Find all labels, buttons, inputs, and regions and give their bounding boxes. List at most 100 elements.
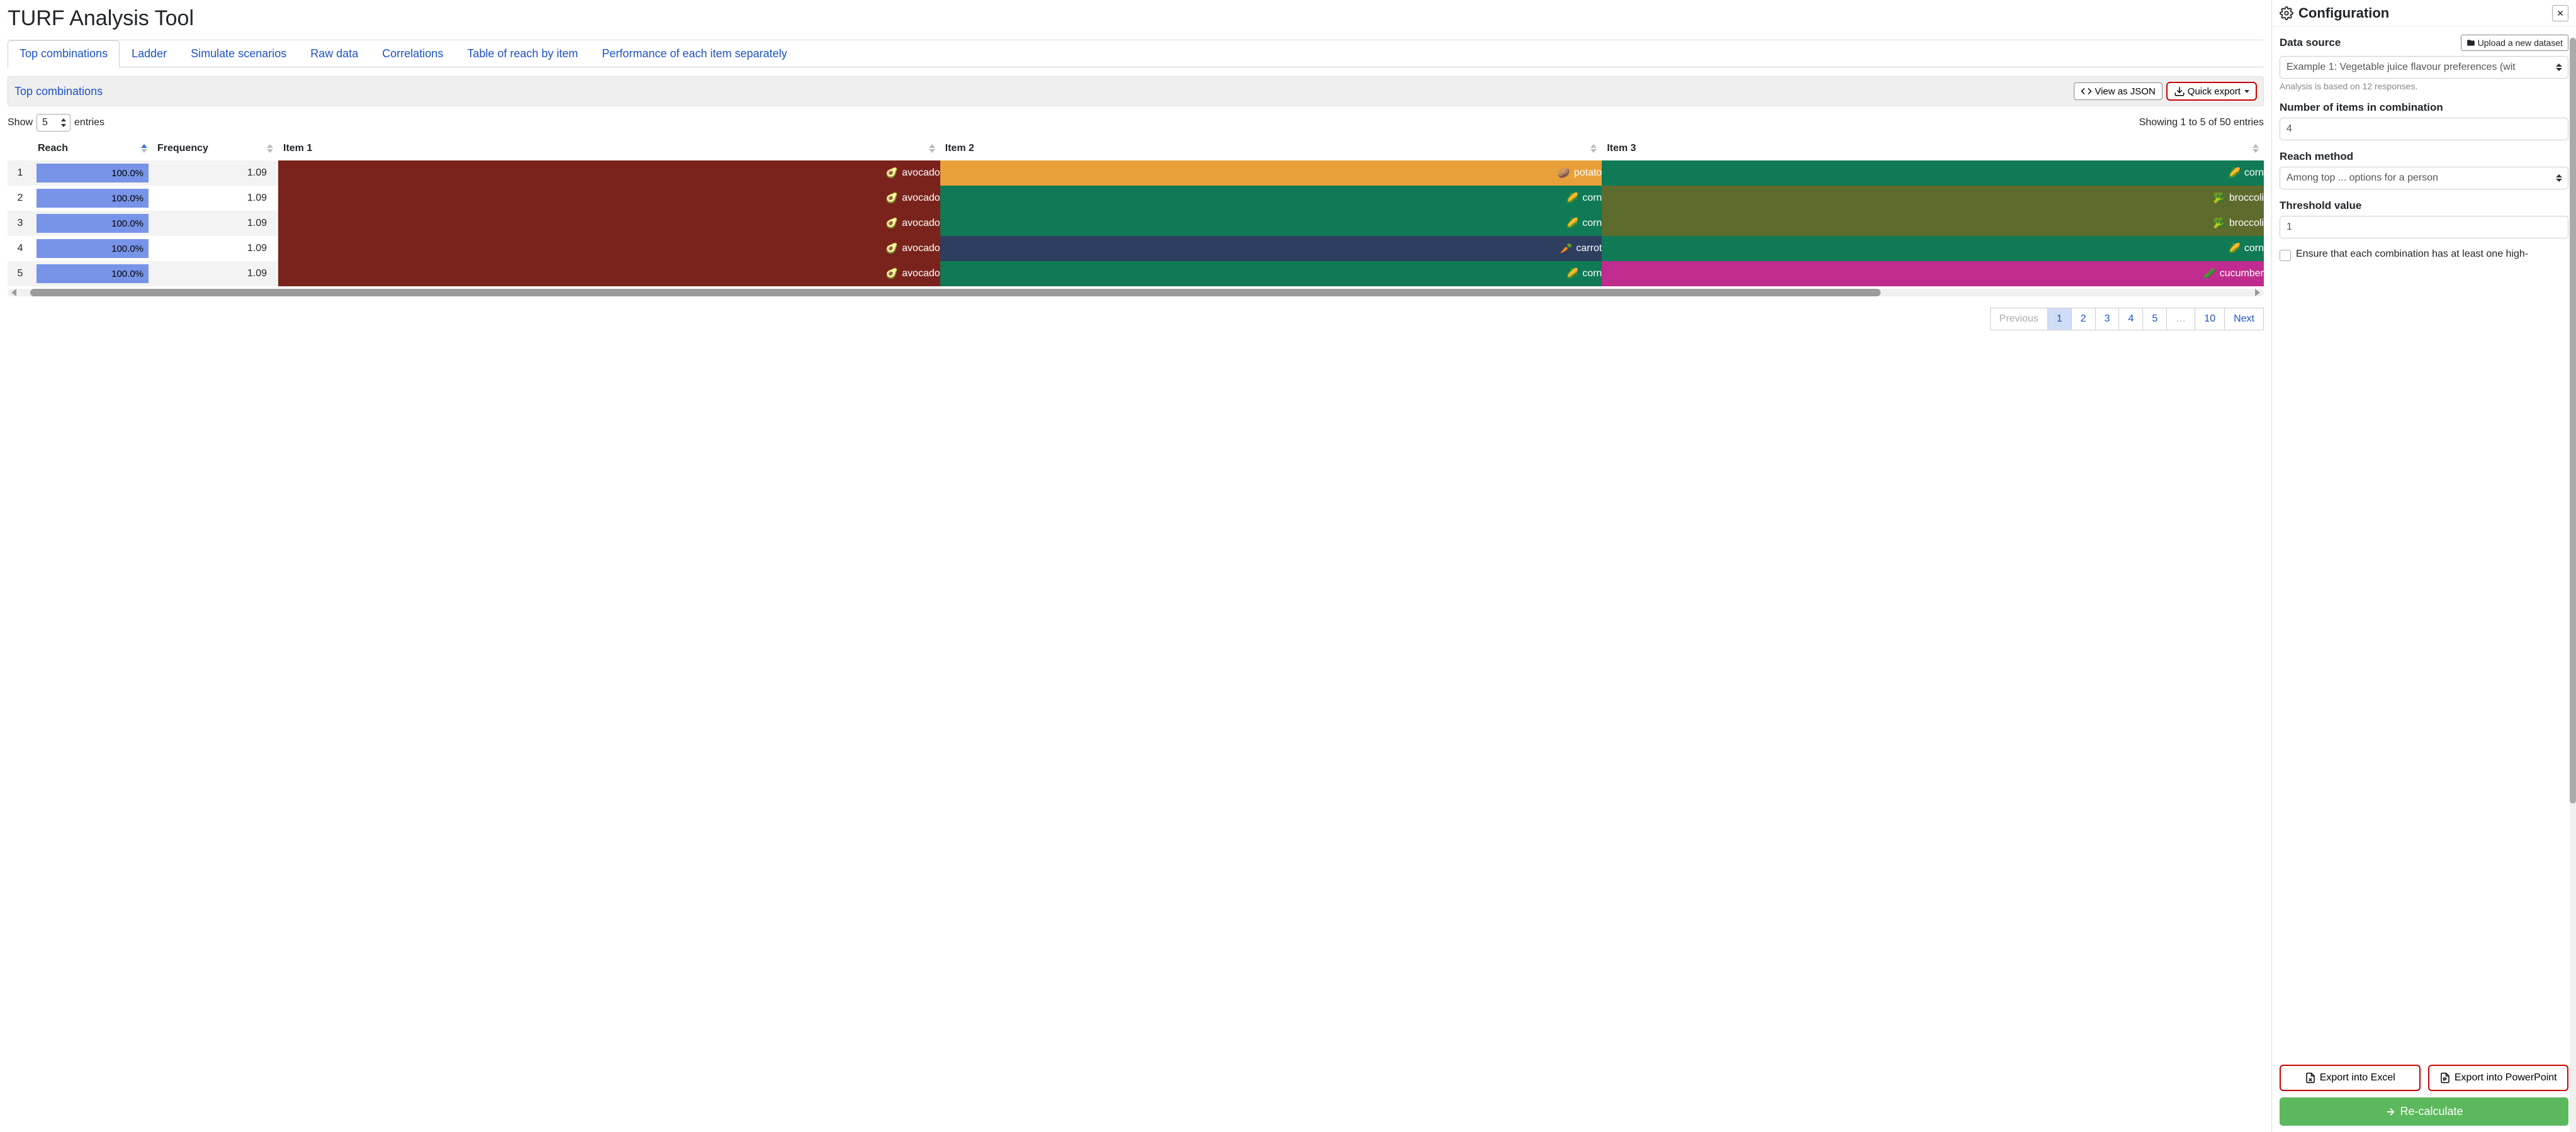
item-cell-avocado: 🥑 avocado xyxy=(278,186,940,211)
pagination-page-10[interactable]: 10 xyxy=(2195,308,2225,330)
ensure-checkbox-row[interactable]: Ensure that each combination has at leas… xyxy=(2280,249,2568,261)
pagination-previous[interactable]: Previous xyxy=(1990,308,2048,330)
broccoli-icon: 🥦 xyxy=(2213,192,2225,205)
item-label: avocado xyxy=(902,193,940,204)
corn-icon: 🌽 xyxy=(1566,217,1578,230)
frequency-cell: 1.09 xyxy=(152,186,278,211)
col-freq-label: Frequency xyxy=(157,143,208,154)
col-item1[interactable]: Item 1 xyxy=(278,137,940,160)
item-cell-potato: 🥔potato xyxy=(940,160,1602,186)
download-icon xyxy=(2174,86,2185,97)
export-excel-label: Export into Excel xyxy=(2320,1072,2395,1084)
col-reach-label: Reach xyxy=(38,143,68,154)
spinner-down-icon xyxy=(61,124,66,127)
reach-bar: 100.0% xyxy=(37,214,149,233)
item-label: broccoli xyxy=(2229,218,2264,229)
scrollbar-thumb[interactable] xyxy=(30,289,1881,296)
col-item3[interactable]: Item 3 xyxy=(1602,137,2264,160)
show-label-post: entries xyxy=(74,117,104,128)
tab-simulate-scenarios[interactable]: Simulate scenarios xyxy=(179,40,298,67)
sidebar-title: Configuration xyxy=(2298,5,2552,21)
table-row: 3100.0%1.09🥑avocado🌽corn🥦broccoli xyxy=(8,211,2264,236)
ensure-checkbox[interactable] xyxy=(2280,250,2291,261)
pagination: Previous12345…10Next xyxy=(8,308,2264,330)
entries-value: 5 xyxy=(42,117,48,128)
col-frequency[interactable]: Frequency xyxy=(152,137,278,160)
row-index: 2 xyxy=(8,186,33,211)
tab-ladder[interactable]: Ladder xyxy=(120,40,179,67)
table-row: 5100.0%1.09🥑avocado🌽corn🥒cucumber xyxy=(8,261,2264,286)
tab-table-of-reach-by-item[interactable]: Table of reach by item xyxy=(455,40,590,67)
pagination-page-5[interactable]: 5 xyxy=(2142,308,2167,330)
item-cell-carrot: 🥕carrot xyxy=(940,236,1602,261)
quick-export-button[interactable]: Quick export xyxy=(2166,82,2257,101)
pagination-next[interactable]: Next xyxy=(2224,308,2264,330)
item-cell-broccoli: 🥦 broccoli xyxy=(1602,211,2264,236)
item-label: avocado xyxy=(902,243,940,254)
data-source-hint: Analysis is based on 12 responses. xyxy=(2280,81,2568,91)
reach-method-select[interactable]: Among top ... options for a person xyxy=(2280,167,2568,189)
arrow-right-icon xyxy=(2385,1106,2396,1118)
item-cell-corn: 🌽corn xyxy=(1602,236,2264,261)
item-label: corn xyxy=(1582,268,1602,279)
item-label: broccoli xyxy=(2229,193,2264,204)
broccoli-icon: 🥦 xyxy=(2213,217,2225,230)
col-reach[interactable]: Reach xyxy=(33,137,152,160)
file-powerpoint-icon xyxy=(2439,1072,2451,1084)
sidebar-vertical-scrollbar[interactable] xyxy=(2570,38,2576,1132)
chevron-down-icon xyxy=(2244,90,2249,93)
spinner-up-icon xyxy=(61,118,66,121)
tab-top-combinations[interactable]: Top combinations xyxy=(8,40,120,67)
tab-correlations[interactable]: Correlations xyxy=(370,40,455,67)
view-json-button[interactable]: View as JSON xyxy=(2074,82,2162,100)
panel-header: Top combinations View as JSON Quick expo… xyxy=(8,76,2264,106)
table-row: 1100.0%1.09🥑avocado🥔potato🌽corn xyxy=(8,160,2264,186)
vscroll-thumb[interactable] xyxy=(2570,38,2576,804)
reach-cell: 100.0% xyxy=(33,236,152,261)
data-source-select[interactable]: Example 1: Vegetable juice flavour prefe… xyxy=(2280,56,2568,79)
item-cell-avocado: 🥑avocado xyxy=(278,160,940,186)
avocado-icon: 🥑 xyxy=(886,217,898,230)
gear-icon xyxy=(2280,6,2293,20)
scroll-right-icon xyxy=(2255,289,2260,296)
tab-raw-data[interactable]: Raw data xyxy=(298,40,370,67)
close-sidebar-button[interactable] xyxy=(2552,5,2568,21)
pagination-page-2[interactable]: 2 xyxy=(2071,308,2096,330)
file-excel-icon xyxy=(2305,1072,2316,1084)
corn-icon: 🌽 xyxy=(1566,192,1578,205)
pagination-page-1[interactable]: 1 xyxy=(2047,308,2072,330)
export-excel-button[interactable]: Export into Excel xyxy=(2280,1065,2421,1091)
table-row: 4100.0%1.09🥑avocado🥕carrot🌽corn xyxy=(8,236,2264,261)
configuration-sidebar: Configuration Data source Upload a new d… xyxy=(2271,0,2576,1132)
table-controls: Show 5 entries Showing 1 to 5 of 50 entr… xyxy=(8,114,2264,132)
code-icon xyxy=(2081,86,2092,97)
carrot-icon: 🥕 xyxy=(1560,242,1572,255)
col-item1-label: Item 1 xyxy=(283,143,312,154)
cucumber-icon: 🥒 xyxy=(2203,267,2216,280)
recalculate-button[interactable]: Re-calculate xyxy=(2280,1097,2568,1126)
avocado-icon: 🥑 xyxy=(886,167,898,179)
results-table: Reach Frequency Item 1 Item 2 Item 3 110… xyxy=(8,137,2264,286)
frequency-cell: 1.09 xyxy=(152,236,278,261)
num-items-label: Number of items in combination xyxy=(2280,101,2568,114)
pagination-page-3[interactable]: 3 xyxy=(2095,308,2120,330)
num-items-input[interactable]: 4 xyxy=(2280,118,2568,140)
threshold-input[interactable]: 1 xyxy=(2280,216,2568,238)
row-index: 3 xyxy=(8,211,33,236)
item-label: corn xyxy=(2244,243,2264,254)
item-label: corn xyxy=(2244,167,2264,179)
row-index: 1 xyxy=(8,160,33,186)
entries-per-page-select[interactable]: 5 xyxy=(37,114,70,132)
item-label: avocado xyxy=(902,268,940,279)
reach-bar: 100.0% xyxy=(37,239,149,258)
avocado-icon: 🥑 xyxy=(886,192,898,205)
reach-cell: 100.0% xyxy=(33,160,152,186)
horizontal-scrollbar[interactable] xyxy=(8,289,2264,296)
panel-title: Top combinations xyxy=(14,85,2070,98)
pagination-page-4[interactable]: 4 xyxy=(2118,308,2143,330)
tab-performance-of-each-item-separately[interactable]: Performance of each item separately xyxy=(590,40,799,67)
app-title: TURF Analysis Tool xyxy=(8,6,2264,31)
upload-dataset-button[interactable]: Upload a new dataset xyxy=(2461,35,2568,51)
col-item2[interactable]: Item 2 xyxy=(940,137,1602,160)
export-ppt-button[interactable]: Export into PowerPoint xyxy=(2428,1065,2569,1091)
